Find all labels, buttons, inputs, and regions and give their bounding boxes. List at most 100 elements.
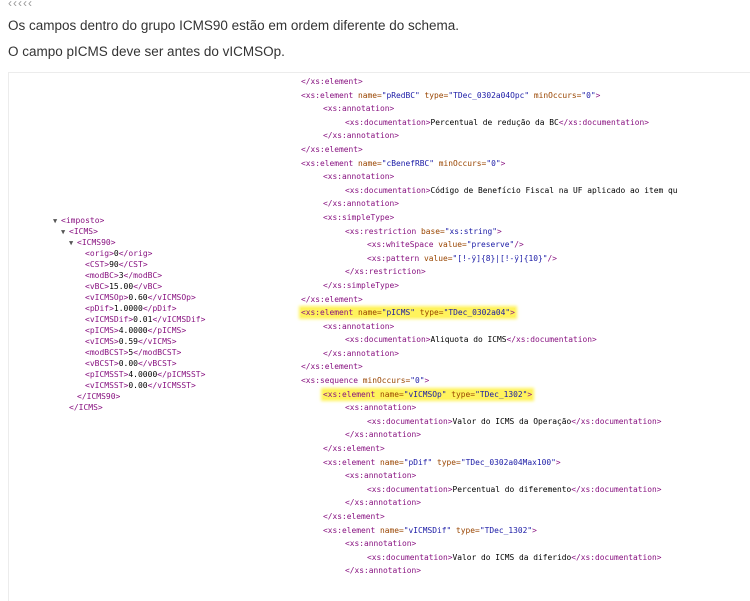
code-token: value= [438,240,467,250]
code-token: "TDec_0302a04Opc" [448,90,534,100]
schema-line: </xs:simpleType> [291,279,678,293]
code-token: <xs:simpleType> [323,212,395,222]
xml-tree-row[interactable]: ▼ <imposto> [53,215,205,226]
code-token: "TDec_0302a04" [443,308,511,318]
code-token: </xs:annotation> [345,430,422,440]
code-token: </xs:element> [301,144,363,154]
code-token: "preserve" [466,240,515,250]
code-token: <xs:documentation> [345,117,431,127]
xml-tree-row: <vBCST>0.00</vBCST> [53,358,205,369]
schema-line: <xs:element name="pDif" type="TDec_0302a… [291,456,678,470]
code-token: </xs:documentation> [571,552,662,562]
code-token: <xs:restriction [345,226,422,236]
code-token: "pRedBC" [381,90,425,100]
code-token: Valor do ICMS da Operação [452,416,572,426]
xml-close-tag: </pDif> [142,304,177,313]
schema-line: <xs:documentation>Percentual do difereme… [291,483,678,497]
code-token: </xs:restriction> [345,267,426,277]
code-token: "xs:string" [444,226,498,236]
code-token: </xs:element> [323,444,385,454]
xml-tag: <CST> [85,260,110,269]
xml-tree-row[interactable]: ▼ <ICMS> [53,226,205,237]
xml-tree-row: <modBCST>5</modBCST> [53,347,205,358]
code-token: type= [451,389,476,399]
xml-value: 4.0000 [118,326,148,335]
xml-tree-row[interactable]: ▼ <ICMS90> [53,237,205,248]
comment-paragraph-1: Os campos dentro do grupo ICMS90 estão e… [8,18,459,33]
code-token: "0" [410,376,425,386]
code-token: base= [421,226,445,236]
code-token: type= [424,90,449,100]
code-token: type= [437,457,461,467]
schema-line: </xs:element> [291,360,678,374]
xml-close-tag: </pICMS> [147,326,187,335]
code-token: <xs:annotation> [345,403,417,413]
code-token: "0" [486,158,501,168]
code-token: minOccurs= [533,90,582,100]
xml-tree-row: <pICMSST>4.0000</pICMSST> [53,369,205,380]
code-token: <xs:documentation> [367,416,453,426]
code-token: "pICMS" [381,308,420,318]
xml-tag: <pICMS> [85,326,119,335]
xml-tree-row: <CST>90</CST> [53,259,205,270]
xml-tree-row: <vICMSST>0.00</vICMSST> [53,380,205,391]
code-token: <xs:element [301,308,359,318]
schema-line: </xs:element> [291,293,678,307]
code-token: </xs:element> [301,294,363,304]
screenshot-image: ▼ <imposto> ▼ <ICMS> ▼ <ICMS90> <orig>0</orig>… [8,72,750,601]
expand-toggle-icon[interactable]: ▼ [69,238,77,249]
schema-line: </xs:element> [291,75,678,89]
code-token: "TDec_0302a04Max100" [460,457,556,467]
xsd-schema-code: </xs:element> <xs:element name= "pRedBC" t… [291,75,678,578]
schema-line: </xs:annotation> [291,129,678,143]
code-token: </xs:annotation> [345,566,422,576]
code-token: > [500,158,506,168]
code-token: </xs:element> [301,362,363,372]
xml-tag: <imposto> [61,216,105,225]
schema-line: </xs:annotation> [291,428,678,442]
schema-line: <xs:whiteSpace value="preserve"/> [291,238,678,252]
schema-line: <xs:annotation> [291,170,678,184]
code-token: > [510,308,515,318]
xml-close-tag: </pICMSST> [157,370,206,379]
code-token: </xs:documentation> [571,484,662,494]
xml-value: 0.60 [128,293,148,302]
code-token: <xs:documentation> [345,335,431,345]
schema-line: <xs:element name="vICMSDif" type="TDec_1… [291,524,678,538]
schema-line: <xs:documentation>Valor do ICMS da Opera… [291,415,678,429]
xml-value: 15.00 [109,282,134,291]
schema-line: </xs:restriction> [291,265,678,279]
code-token: "0" [581,90,596,100]
xml-close-tag: </vICMSDif> [152,315,206,324]
code-token: </xs:element> [323,512,385,521]
code-token: name= [358,158,382,168]
xml-tag: <vICMSST> [85,381,129,390]
schema-line: <xs:documentation>Código de Benefício Fi… [291,184,678,198]
code-token: Código de Benefício Fiscal na UF aplicad… [430,185,678,195]
schema-line: <xs:documentation>Aliquota do ICMS</xs:d… [291,333,678,347]
code-token: <xs:annotation> [323,321,395,331]
code-token: <xs:whiteSpace [367,240,439,250]
highlighted-schema-line: <xs:element name="pICMS" type="TDec_0302… [291,306,678,320]
schema-line: <xs:restriction base="xs:string"> [291,225,678,239]
xml-tree-row: <vICMSOp>0.60</vICMSOp> [53,292,205,303]
expand-toggle-icon[interactable]: ▼ [61,227,69,238]
code-token: <xs:element [301,158,359,168]
xml-tag: <vBC> [85,282,110,291]
code-token: > [424,376,430,386]
code-token: > [497,226,502,236]
highlighted-schema-line: <xs:element name="vICMSOp" type="TDec_13… [291,388,678,402]
expand-toggle-icon[interactable]: ▼ [53,216,61,227]
code-token: <xs:element [323,525,381,535]
code-token: Percentual do diferemento [452,484,572,494]
code-token: minOccurs= [438,158,487,168]
code-token: </xs:documentation> [506,335,597,345]
xml-value: 90 [109,260,119,269]
xml-tag: <ICMS90> [77,238,116,247]
xml-close-tag: </vICMS> [137,337,177,346]
code-token: <xs:documentation> [367,552,453,562]
xml-tree-row: <modBC>3</modBC> [53,270,205,281]
xml-close-tag: </vICMSST> [147,381,196,390]
code-token: <xs:documentation> [345,185,431,195]
code-token: Valor do ICMS da diferido [452,552,572,562]
